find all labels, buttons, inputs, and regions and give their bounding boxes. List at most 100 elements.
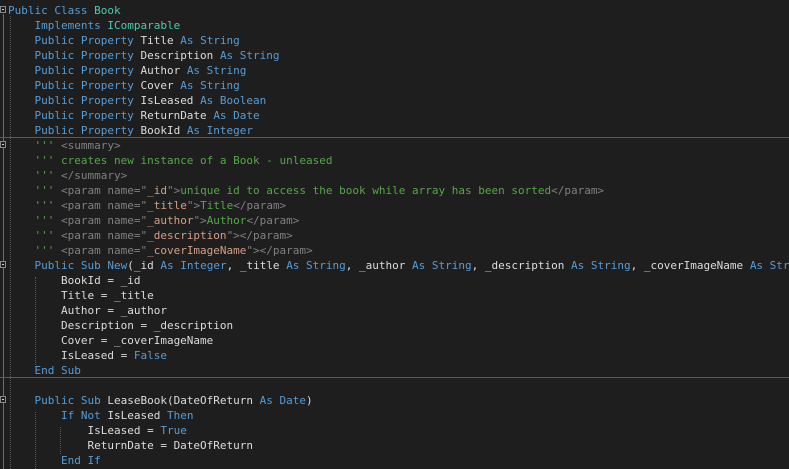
code-token: _title	[147, 199, 187, 212]
code-line[interactable]: Title = _title	[8, 288, 789, 303]
code-token: ReturnDate	[140, 109, 214, 122]
code-token: Implements	[8, 19, 108, 32]
code-token: </param>	[233, 199, 287, 212]
code-token: Public Property	[8, 49, 141, 62]
code-token: Book	[94, 4, 121, 17]
code-token: </summary>	[60, 169, 128, 182]
code-token: , _description	[471, 259, 571, 272]
code-token: IsLeased =	[8, 349, 134, 362]
collapse-method-icon[interactable]	[0, 396, 6, 403]
code-line[interactable]: Public Property ReturnDate As Date	[8, 108, 789, 123]
code-token: If Not	[8, 409, 108, 422]
code-token: '''	[8, 244, 61, 257]
collapse-constructor-icon[interactable]	[0, 261, 6, 268]
code-token: '''	[8, 214, 61, 227]
code-line[interactable]: End If	[8, 453, 789, 468]
code-token: _description	[147, 229, 227, 242]
code-token: As String	[412, 259, 472, 272]
code-line[interactable]: ''' <param name="_title">Title</param>	[8, 198, 789, 213]
code-line[interactable]: Cover = _coverImageName	[8, 333, 789, 348]
code-token: IsLeased	[107, 409, 167, 422]
code-line[interactable]: ''' creates new instance of a Book - unl…	[8, 153, 789, 168]
code-token: <param name="	[60, 244, 148, 257]
code-line[interactable]: ''' <param name="_author">Author</param>	[8, 213, 789, 228]
code-token: BookId	[140, 124, 187, 137]
code-token: True	[160, 424, 187, 437]
code-line[interactable]: IsLeased = True	[8, 423, 789, 438]
code-token: Title	[140, 34, 181, 47]
code-line[interactable]: ''' <summary>	[8, 138, 789, 153]
code-token: '''	[8, 184, 61, 197]
code-token: Then	[166, 409, 194, 422]
code-token: Title	[200, 199, 234, 212]
code-token: _coverImageName	[147, 244, 247, 257]
code-token: <param name="	[60, 199, 148, 212]
code-token: "></param>	[226, 229, 293, 242]
code-line[interactable]: Public Sub New(_id As Integer, _title As…	[8, 258, 789, 273]
code-token: As String	[286, 259, 346, 272]
code-token: unique id to access the book while array…	[180, 184, 552, 197]
code-token: )	[306, 394, 313, 407]
code-line[interactable]: Description = _description	[8, 318, 789, 333]
code-line[interactable]: Public Property Title As String	[8, 33, 789, 48]
code-token: <param name="	[60, 184, 148, 197]
code-token: , _title	[226, 259, 287, 272]
code-token: Public Property	[8, 34, 141, 47]
code-token: IsLeased =	[8, 424, 161, 437]
code-token: '''	[8, 229, 61, 242]
code-token: As Integer	[186, 124, 254, 137]
code-line[interactable]: ''' <param name="_id">unique id to acces…	[8, 183, 789, 198]
code-token: , _author	[345, 259, 413, 272]
code-token: </param>	[551, 184, 605, 197]
code-line[interactable]: If Not IsLeased Then	[8, 408, 789, 423]
code-token: Public Property	[8, 79, 141, 92]
code-token: Title = _title	[8, 289, 154, 302]
code-token: _id	[147, 184, 167, 197]
code-editor[interactable]: Public Class Book Implements IComparable…	[0, 0, 789, 469]
code-token: (_id	[127, 259, 161, 272]
code-line[interactable]: Public Property IsLeased As Boolean	[8, 93, 789, 108]
code-token: Public Property	[8, 109, 141, 122]
code-token: Public Sub New	[8, 259, 128, 272]
code-line[interactable]: IsLeased = False	[8, 348, 789, 363]
code-line[interactable]: Public Property BookId As Integer	[8, 123, 789, 138]
code-line[interactable]: Implements IComparable	[8, 18, 789, 33]
code-token: As Integer	[160, 259, 227, 272]
code-token: "></param>	[246, 244, 313, 257]
code-line[interactable]: ''' <param name="_description"></param>	[8, 228, 789, 243]
code-line[interactable]: ReturnDate = DateOfReturn	[8, 438, 789, 453]
code-token: As String	[180, 79, 240, 92]
code-token: As String	[186, 64, 247, 77]
code-token: <summary>	[60, 139, 121, 152]
code-token: As String	[570, 259, 631, 272]
code-token: IsLeased	[140, 94, 201, 107]
code-line[interactable]: Author = _author	[8, 303, 789, 318]
code-line[interactable]: Public Class Book	[8, 3, 789, 18]
code-token: <param name="	[60, 229, 148, 242]
code-token: End Sub	[8, 364, 81, 377]
code-token: </param>	[246, 214, 300, 227]
code-token: Author	[140, 64, 187, 77]
collapse-class-icon[interactable]	[0, 6, 6, 13]
code-line[interactable]: Public Property Cover As String	[8, 78, 789, 93]
code-line[interactable]: End Sub	[8, 363, 789, 378]
code-token: As Boolean	[200, 94, 267, 107]
code-token: As Date	[213, 109, 260, 122]
code-token: Public Property	[8, 124, 141, 137]
code-line[interactable]: ''' </summary>	[8, 168, 789, 183]
code-token: Author = _author	[8, 304, 167, 317]
code-line[interactable]: Public Sub LeaseBook(DateOfReturn As Dat…	[8, 393, 789, 408]
code-token: Cover	[140, 79, 181, 92]
code-line[interactable]: ''' <param name="_coverImageName"></para…	[8, 243, 789, 258]
code-token: , _coverImageName	[630, 259, 750, 272]
collapse-doc-comment-icon[interactable]	[0, 141, 6, 148]
code-line[interactable]	[8, 378, 789, 393]
code-line[interactable]: Public Property Description As String	[8, 48, 789, 63]
code-token: '''	[8, 169, 61, 182]
code-token: ReturnDate = DateOfReturn	[8, 439, 254, 452]
code-token: ">	[193, 214, 207, 227]
code-token: <param name="	[60, 214, 148, 227]
code-line[interactable]: Public Property Author As String	[8, 63, 789, 78]
code-line[interactable]: BookId = _id	[8, 273, 789, 288]
code-token: As String	[180, 34, 240, 47]
